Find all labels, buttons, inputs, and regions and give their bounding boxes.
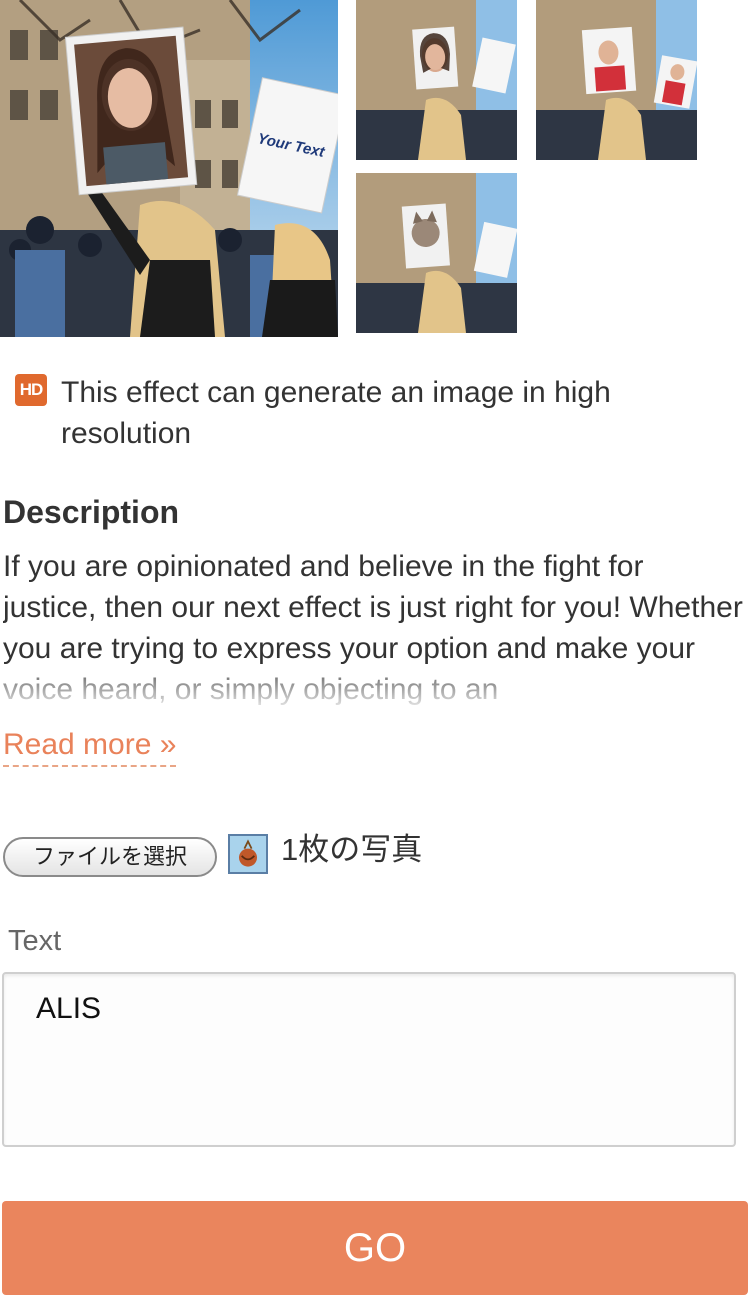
text-field-label: Text <box>8 925 62 957</box>
effect-preview-main: Your Text <box>0 0 338 337</box>
text-input[interactable]: ALIS <box>2 972 736 1147</box>
effect-preview-thumb[interactable] <box>536 0 697 160</box>
hd-note-text: This effect can generate an image in hig… <box>61 376 611 450</box>
choose-file-button[interactable]: ファイルを選択 <box>3 837 217 877</box>
photo-count-text: 1枚の写真 <box>281 832 423 867</box>
go-button[interactable]: GO <box>2 1201 748 1295</box>
description-fade <box>0 665 750 709</box>
hd-badge: HD <box>15 374 47 406</box>
effect-preview-thumb[interactable] <box>356 173 517 333</box>
read-more-link[interactable]: Read more » <box>3 726 177 767</box>
effect-preview-thumb[interactable] <box>356 0 517 160</box>
description-title: Description <box>3 494 180 530</box>
selected-photo-thumbnail <box>228 834 268 874</box>
